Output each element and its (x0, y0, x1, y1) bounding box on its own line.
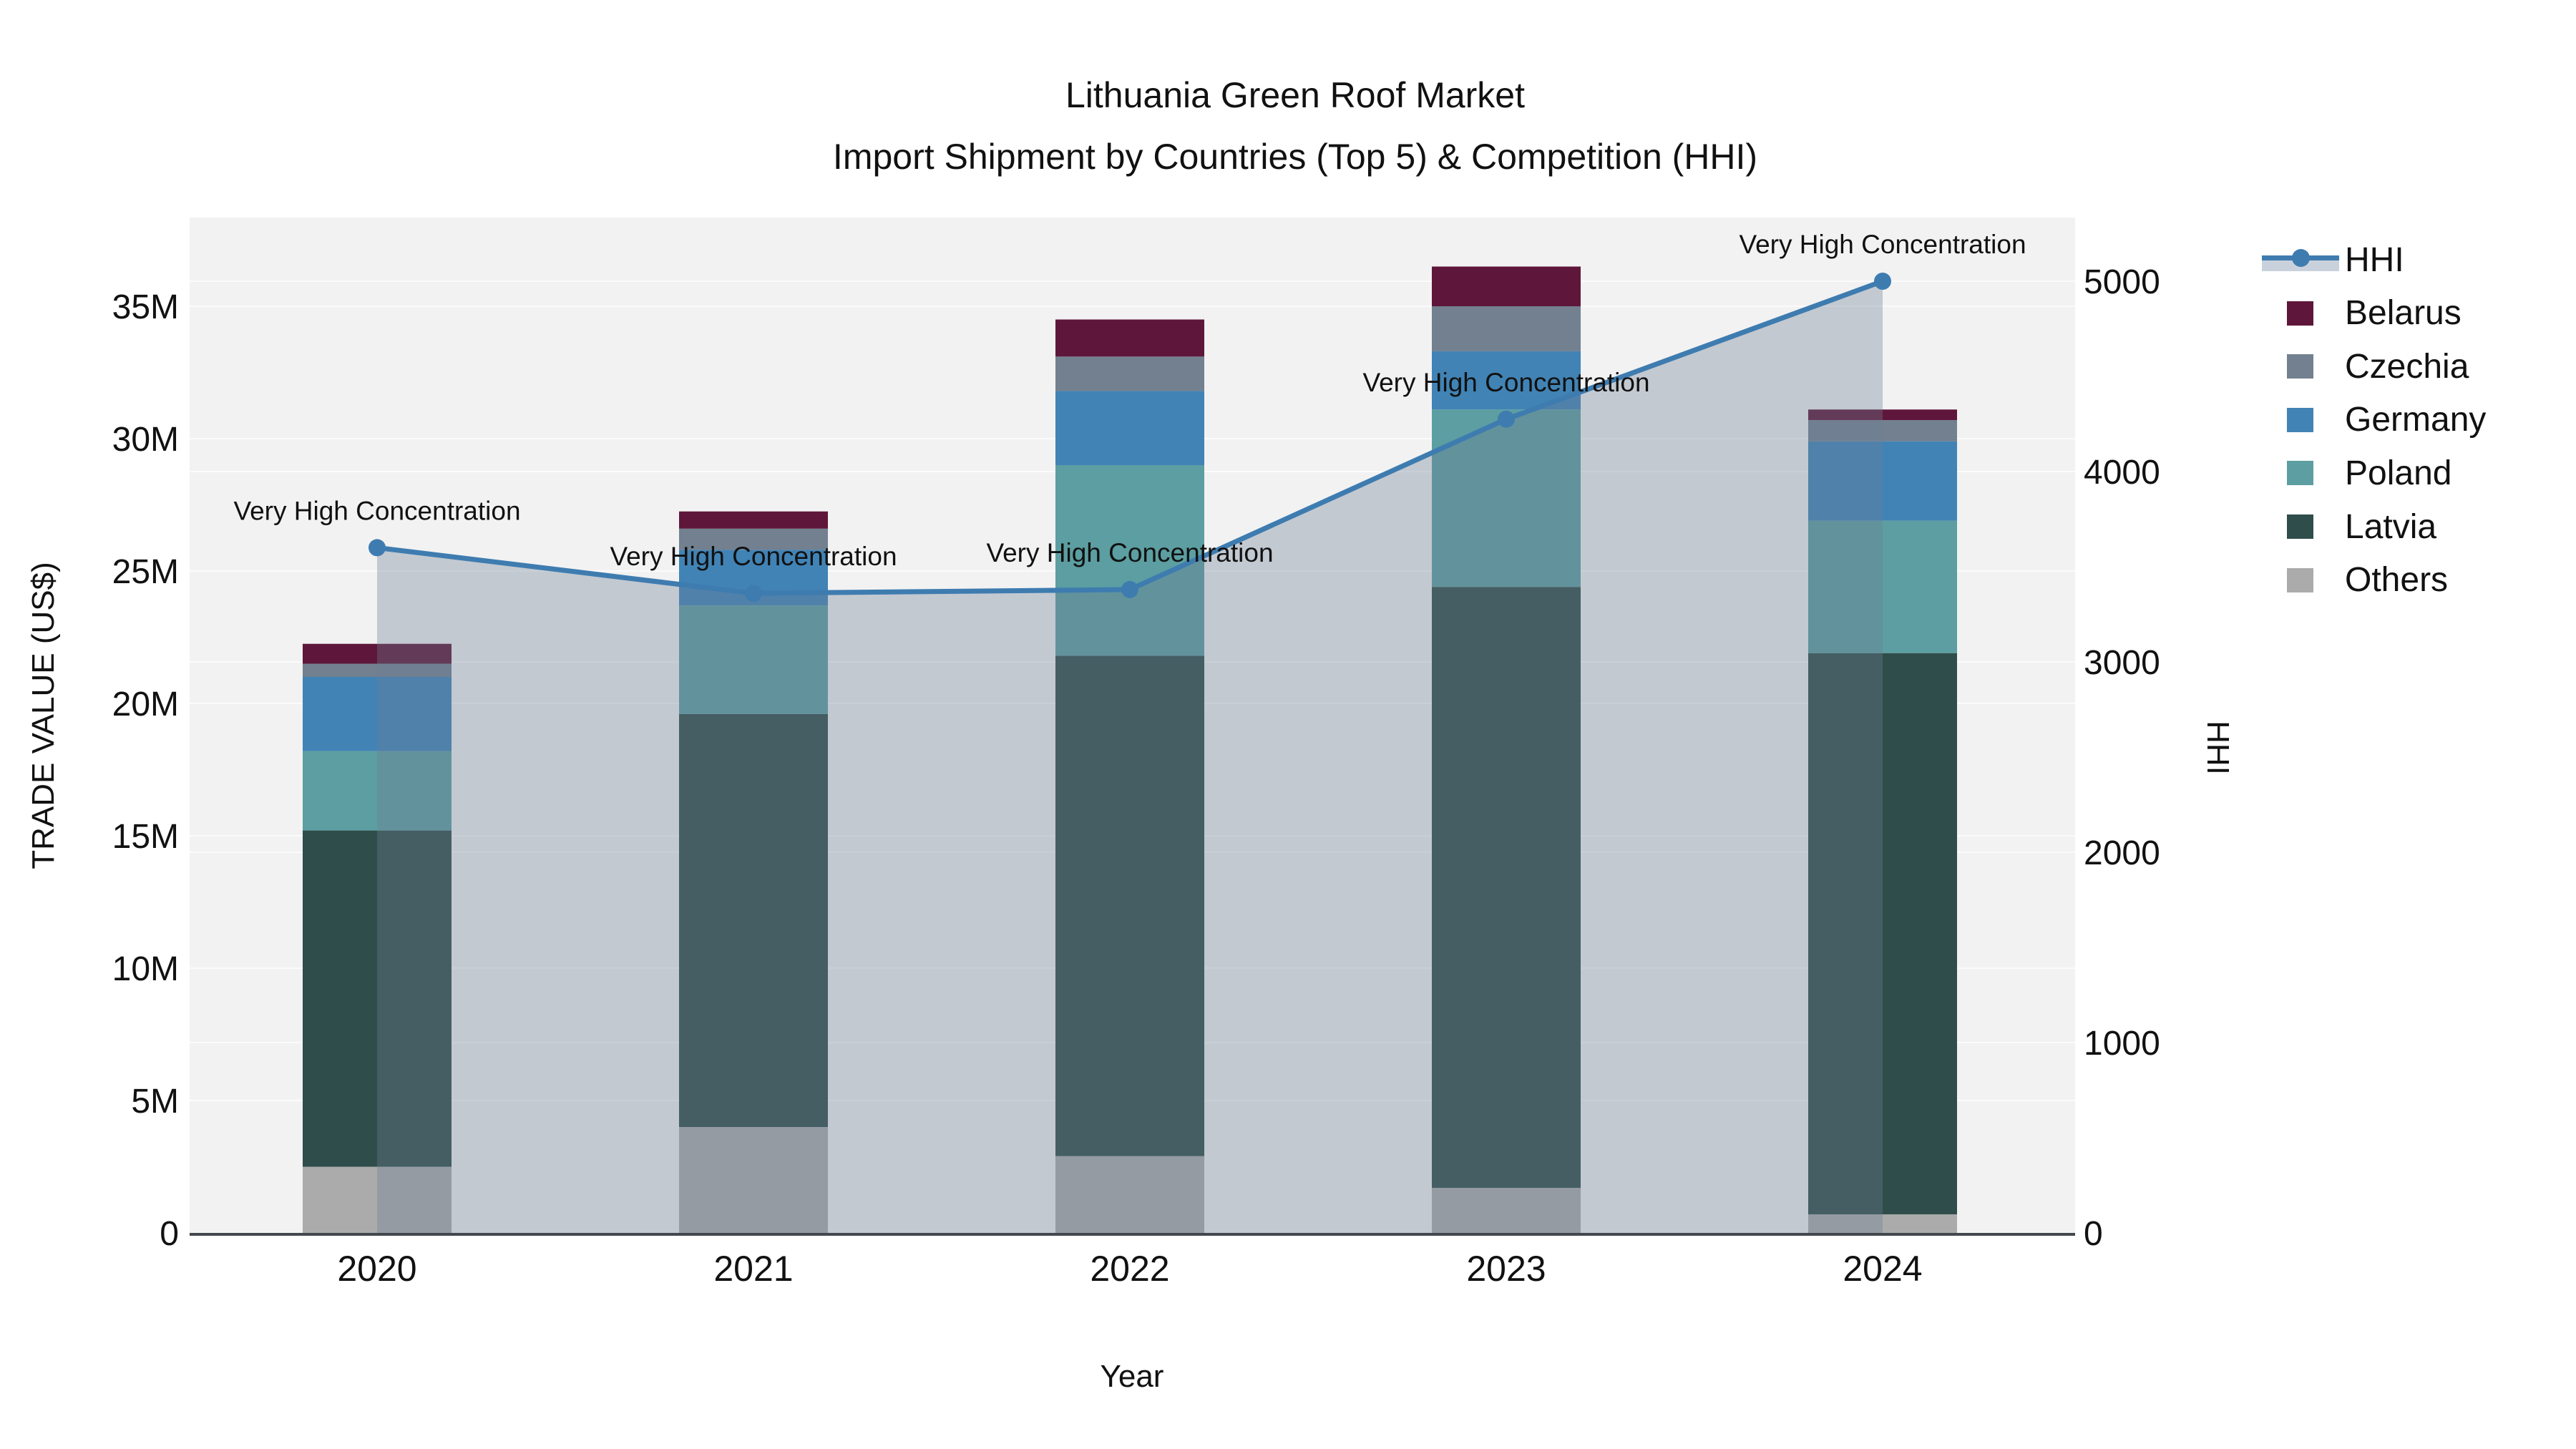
legend-item-latvia[interactable]: Latvia (2258, 507, 2436, 547)
x-tick-2021: 2021 (713, 1249, 793, 1289)
figure: Lithuania Green Roof Market Import Shipm… (0, 0, 2576, 1449)
y-right-tick-0: 0 (2084, 1215, 2103, 1253)
hhi-marker-2022[interactable] (1121, 580, 1138, 598)
y-left-tick-0: 0 (160, 1215, 179, 1253)
y-right-tick-4000: 4000 (2084, 454, 2160, 492)
y-right-tick-5000: 5000 (2084, 263, 2160, 301)
legend-swatch-icon-others (2287, 567, 2313, 592)
y-left-tick-35M: 35M (112, 288, 179, 326)
annotation-2020: Very High Concentration (233, 496, 520, 525)
hhi-marker-2021[interactable] (745, 585, 762, 602)
chart-canvas: Very High Concentration Very High Concent… (26, 218, 2235, 1394)
hhi-line-swatch-icon (2262, 248, 2339, 272)
y-right-tick-1000: 1000 (2084, 1025, 2160, 1063)
hhi-marker-2020[interactable] (369, 539, 386, 557)
x-tick-2023: 2023 (1466, 1249, 1546, 1289)
legend-item-others[interactable]: Others (2258, 560, 2448, 600)
hhi-marker-2023[interactable] (1498, 410, 1515, 428)
y-right-axis-title: HHI (2200, 721, 2235, 775)
legend-label: Germany (2345, 401, 2487, 439)
bar-segment-belarus-2021[interactable] (679, 511, 828, 529)
x-tick-2020: 2020 (337, 1249, 416, 1289)
legend-label: Belarus (2345, 294, 2462, 333)
y-left-tick-15M: 15M (112, 818, 179, 856)
hhi-marker-2024[interactable] (1874, 273, 1891, 290)
annotation-2022: Very High Concentration (986, 538, 1273, 567)
legend-label: HHI (2345, 240, 2404, 279)
legend-swatch-icon-latvia (2287, 514, 2313, 539)
y-left-tick-5M: 5M (131, 1083, 179, 1121)
legend-swatch-icon-poland (2287, 461, 2313, 486)
annotation-2023: Very High Concentration (1362, 368, 1649, 397)
x-axis-title: Year (1101, 1359, 1164, 1394)
legend-swatch-icon-belarus (2287, 301, 2313, 326)
legend-swatch-icon-germany (2287, 407, 2313, 432)
y-left-tick-10M: 10M (112, 950, 179, 988)
bar-segment-germany-2022[interactable] (1055, 391, 1204, 465)
legend-swatch-icon-czechia (2287, 354, 2313, 379)
y-right-tick-2000: 2000 (2084, 834, 2160, 872)
legend-label: Latvia (2345, 507, 2437, 546)
y-left-tick-20M: 20M (112, 686, 179, 723)
legend-item-germany[interactable]: Germany (2258, 400, 2486, 440)
legend-item-belarus[interactable]: Belarus (2258, 293, 2462, 333)
legend-item-czechia[interactable]: Czechia (2258, 346, 2469, 386)
annotation-2021: Very High Concentration (610, 542, 897, 571)
legend-label: Others (2345, 561, 2449, 600)
y-left-tick-30M: 30M (112, 421, 179, 459)
bar-segment-belarus-2023[interactable] (1432, 266, 1581, 307)
annotation-2024: Very High Concentration (1739, 230, 2026, 259)
x-tick-2024: 2024 (1843, 1249, 1922, 1289)
y-right-tick-3000: 3000 (2084, 644, 2160, 682)
y-left-axis-title: TRADE VALUE (US$) (26, 562, 61, 869)
bar-segment-czechia-2022[interactable] (1055, 356, 1204, 391)
x-tick-2022: 2022 (1090, 1249, 1169, 1289)
y-left-tick-25M: 25M (112, 553, 179, 591)
bar-segment-czechia-2023[interactable] (1432, 306, 1581, 351)
legend-label: Czechia (2345, 347, 2469, 386)
bar-segment-belarus-2022[interactable] (1055, 319, 1204, 357)
legend-item-hhi[interactable]: HHI (2258, 240, 2404, 280)
legend-item-poland[interactable]: Poland (2258, 453, 2451, 493)
legend-label: Poland (2345, 454, 2452, 492)
